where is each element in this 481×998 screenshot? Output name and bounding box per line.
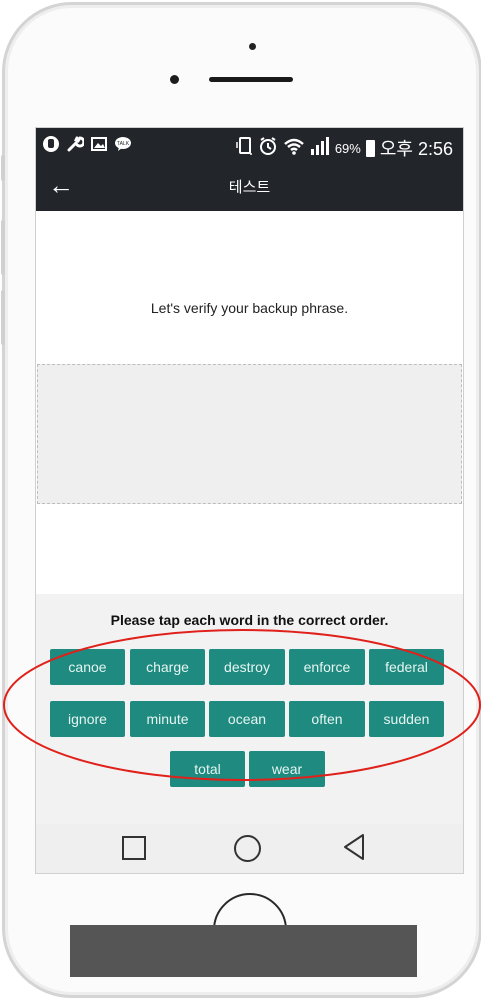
camera-dot [249,43,256,50]
app-icon [42,135,60,153]
status-time: 오후 2:56 [379,139,453,159]
wrench-icon [66,135,84,153]
alarm-icon [258,136,278,161]
earpiece-speaker [209,77,293,82]
page-title: 테스트 [228,179,271,196]
home-icon[interactable] [234,835,261,862]
highlight-ellipse [3,629,481,781]
volume-down-button [1,290,5,345]
phrase-drop-area[interactable] [37,364,462,504]
status-bar: TALK 69% 오후 2:56 [36,128,463,166]
vibrate-icon [235,136,253,161]
verify-instruction: Let's verify your backup phrase. [150,300,349,316]
talk-icon: TALK [114,135,132,153]
app-bar: ← 테스트 [36,166,463,211]
battery-percent: 69% [334,140,361,156]
wifi-icon [283,136,305,161]
back-icon[interactable] [342,832,366,867]
signal-icon [310,136,330,161]
recent-apps-icon[interactable] [122,836,146,860]
image-icon [90,135,108,153]
svg-text:TALK: TALK [117,141,130,147]
front-camera [170,75,179,84]
volume-up-button [1,220,5,275]
battery-icon [365,139,375,157]
mute-switch [1,155,5,181]
caption-bar [70,925,417,977]
word-order-instruction: Please tap each word in the correct orde… [110,612,389,628]
